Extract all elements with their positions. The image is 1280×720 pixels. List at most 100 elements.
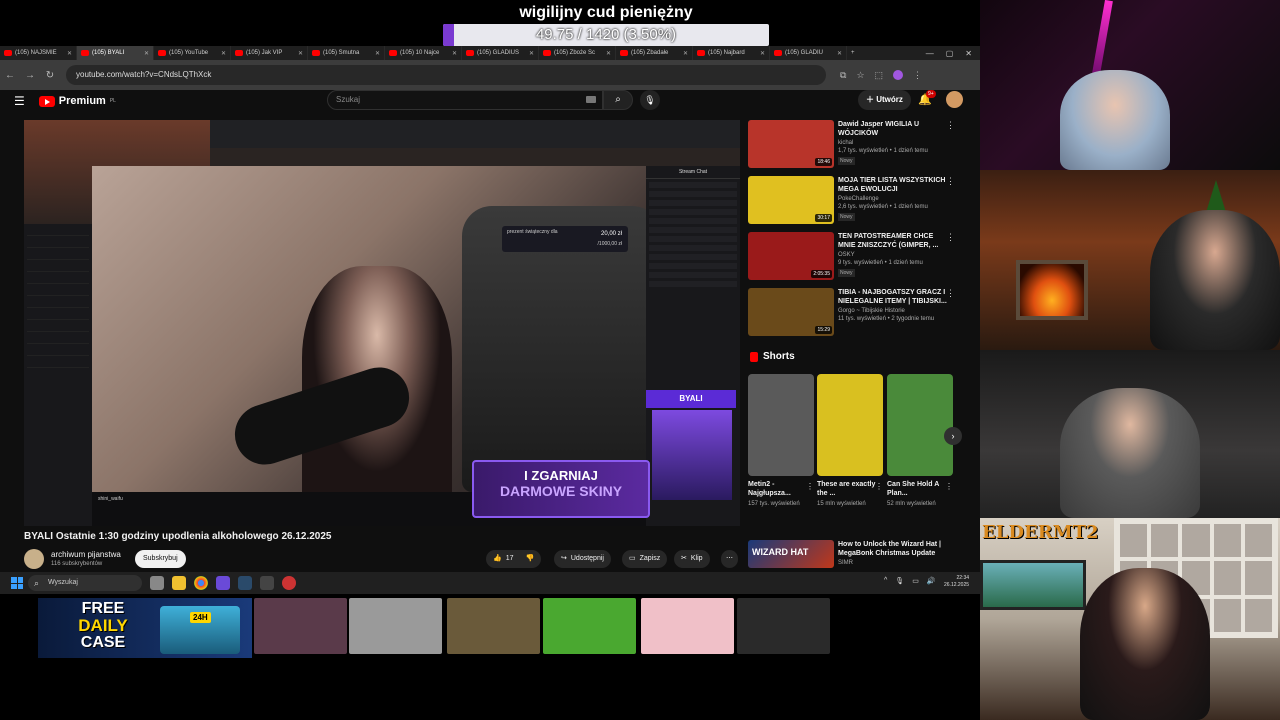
save-button[interactable]: ▭ Zapisz [622,550,668,568]
tab-close-icon[interactable]: ✕ [529,50,534,57]
shorts-next-button[interactable]: › [944,427,962,445]
browser-tab[interactable]: (105) GLADIU ✕ [770,46,847,60]
rec-channel: OSKY [838,252,855,258]
chevron-up-icon[interactable]: ^ [884,577,887,585]
video-player[interactable]: prezent świąteczny dla 20,00 zł /1000,00… [24,120,740,526]
discord-icon[interactable] [216,576,230,590]
network-icon[interactable]: ▭ [912,577,919,585]
browser-tab[interactable]: (105) 10 Najce ✕ [385,46,462,60]
taskbar-clock[interactable]: 22:34 26.12.2025 [944,575,969,589]
obs-icon[interactable] [282,576,296,590]
short-more-icon[interactable]: ⋮ [875,482,883,491]
tab-close-icon[interactable]: ✕ [375,50,380,57]
create-button[interactable]: ＋ Utwórz [858,90,911,110]
byali-badge: BYALI [646,390,736,408]
chrome-icon[interactable] [194,576,208,590]
browser-tab[interactable]: (105) GLADIUS ✕ [462,46,539,60]
short-more-icon[interactable]: ⋮ [945,482,953,491]
voice-search-button[interactable]: 🎙 [640,90,660,110]
rec-more-icon[interactable]: ⋮ [946,176,955,187]
rec-more-icon[interactable]: ⋮ [946,232,955,243]
tab-close-icon[interactable]: ✕ [144,50,149,57]
shorts-label: Shorts [763,351,795,362]
short-more-icon[interactable]: ⋮ [806,482,814,491]
rec-new-badge: Nowy [838,269,855,277]
tab-close-icon[interactable]: ✕ [221,50,226,57]
file-explorer-icon[interactable] [172,576,186,590]
extensions-icon[interactable]: ⬚ [875,70,884,81]
search-button[interactable]: ⌕ [603,90,633,110]
rec-item[interactable]: 15:29 TIBIA - NAJBOGATSZY GRACZ I NIELEGA… [748,288,958,338]
rec-item[interactable]: 2:05:35 TEN PATOSTREAMER CHCE MNIE ZNISZC… [748,232,958,282]
keyboard-icon[interactable] [586,96,596,103]
taskbar-search[interactable]: Wyszukaj [28,575,142,591]
browser-tab[interactable]: (105) Zboże Sc ✕ [539,46,616,60]
volume-icon[interactable]: 🔊 [927,577,936,585]
account-avatar[interactable] [946,91,963,108]
reload-icon[interactable]: ↻ [40,70,60,81]
tab-close-icon[interactable]: ✕ [837,50,842,57]
like-dislike-button[interactable]: 👍 17 👎 [486,550,542,568]
menu-icon[interactable]: ⋮ [913,70,922,81]
short-thumbnail [817,374,883,476]
url-field[interactable]: youtube.com/watch?v=CNdsLQThXck [66,65,826,85]
forward-icon[interactable]: → [20,70,40,81]
profile-avatar[interactable] [893,69,904,80]
browser-tab[interactable]: (105) YouTube ✕ [154,46,231,60]
rec-item[interactable]: 30:17 MOJA TIER LISTA WSZYSTKICH MEGA EWO… [748,176,958,226]
short-item[interactable]: These are exactly the ... 15 mln wyświetl… [817,374,883,524]
browser-tab[interactable]: (105) Najbard ✕ [693,46,770,60]
app-icon[interactable] [260,576,274,590]
logo-region: PL [109,98,116,104]
browser-tab[interactable]: (105) Smutna ✕ [308,46,385,60]
clip-label: Klip [690,555,703,562]
webcam-3 [980,350,1280,518]
channel-avatar[interactable] [24,549,44,569]
browser-tab[interactable]: (105) Jak VIP ✕ [231,46,308,60]
inner-twitch-sidebar [24,224,92,526]
steam-icon[interactable] [238,576,252,590]
channel-name[interactable]: archiwum pijanstwa [51,550,121,559]
banner-line2: DARMOWE SKINY [499,483,623,499]
emote-thumbnail [447,598,540,654]
short-item[interactable]: Metin2 - Najgłupsza... 157 tys. wyświetle… [748,374,814,524]
close-icon[interactable]: ✕ [965,49,972,58]
clock-time: 22:34 [956,575,970,581]
task-view-icon[interactable] [150,576,164,590]
rec-channel: PokeChallenge [838,196,879,202]
search-input[interactable]: Szukaj [327,90,603,110]
rec-new-badge: Nowy [838,213,855,221]
hamburger-menu-icon[interactable]: ☰ [14,94,25,108]
browser-tab[interactable]: (105) Zbadałe ✕ [616,46,693,60]
clock-date: 26.12.2025 [944,582,970,588]
rec-more-icon[interactable]: ⋮ [946,120,955,131]
youtube-favicon-icon [81,50,89,56]
tab-close-icon[interactable]: ✕ [606,50,611,57]
short-item[interactable]: Can She Hold A Plan... 52 mln wyświetleń ⋮ [887,374,953,524]
clip-button[interactable]: ✂ Klip [674,550,710,568]
neon-light [1091,0,1113,81]
youtube-premium-logo[interactable]: Premium PL [38,95,116,107]
back-icon[interactable]: ← [0,70,20,81]
mic-tray-icon[interactable]: 🎙 [895,577,904,585]
subscribe-button[interactable]: Subskrybuj [135,550,186,568]
tab-close-icon[interactable]: ✕ [452,50,457,57]
tab-close-icon[interactable]: ✕ [67,50,72,57]
new-tab-button[interactable]: + [847,46,863,60]
thumbs-down-icon[interactable]: 👎 [526,550,535,568]
tab-close-icon[interactable]: ✕ [298,50,303,57]
browser-tab[interactable]: (105) BYALI ✕ [77,46,154,60]
share-button[interactable]: ↪ Udostępnij [554,550,611,568]
browser-tab[interactable]: (105) NAJSMIE ✕ [0,46,77,60]
bookmark-icon[interactable]: ☆ [856,70,864,81]
more-actions-button[interactable]: ⋯ [721,550,738,568]
minimize-icon[interactable]: — [926,49,934,58]
rec-more-icon[interactable]: ⋮ [946,288,955,299]
maximize-icon[interactable]: ▢ [946,49,954,58]
windows-start-icon[interactable] [11,577,23,589]
tab-close-icon[interactable]: ✕ [760,50,765,57]
tab-close-icon[interactable]: ✕ [683,50,688,57]
tab-label: (105) Smutna [323,50,360,56]
translate-icon[interactable]: ⧉ [840,70,846,81]
rec-item[interactable]: 18:46 Dawid Jasper WIGILIA U WÓJCIKÓW kich… [748,120,958,170]
